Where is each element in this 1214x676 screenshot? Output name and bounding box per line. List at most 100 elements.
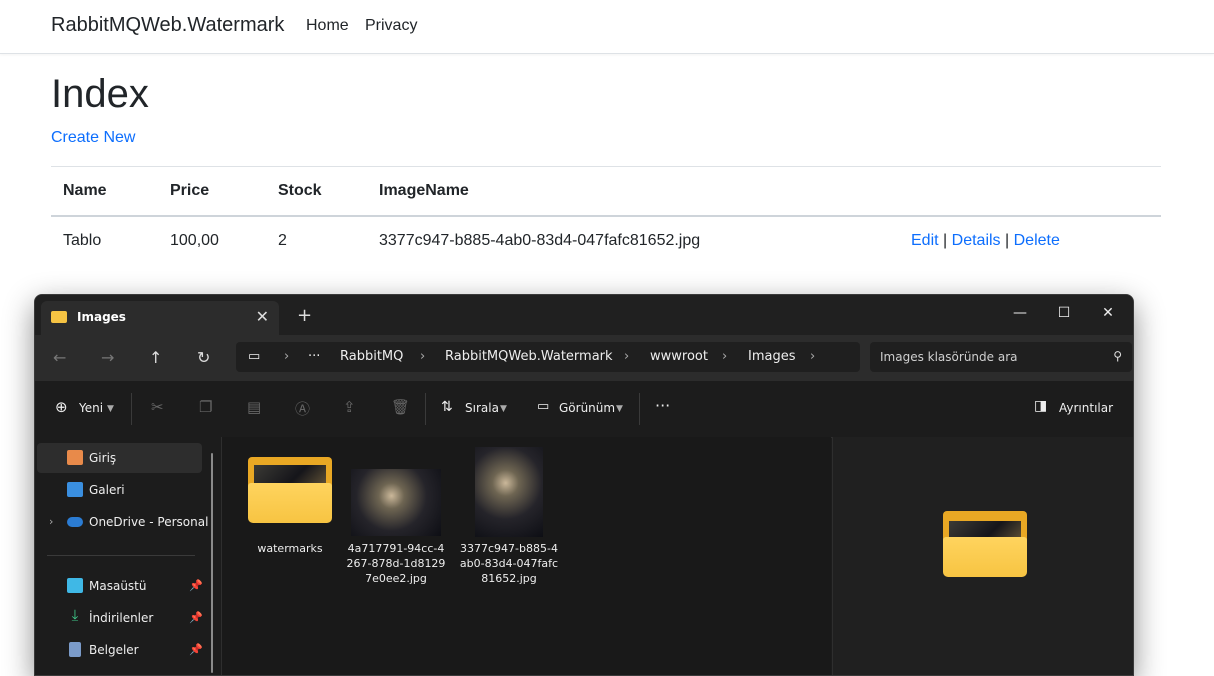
toolbar-divider (639, 393, 640, 425)
image-thumbnail (351, 469, 441, 536)
tab-images[interactable]: Images ✕ (41, 301, 279, 335)
chevron-right-icon: › (420, 349, 426, 364)
maximize-icon[interactable]: ☐ (1041, 299, 1087, 327)
rename-icon[interactable]: Ⓐ (295, 398, 310, 419)
gallery-icon (67, 482, 83, 497)
breadcrumb-item[interactable]: Images (748, 349, 796, 364)
delete-link[interactable]: Delete (1014, 232, 1060, 249)
chevron-right-icon[interactable]: › (49, 515, 53, 528)
sidebar-item-onedrive[interactable]: › OneDrive - Personal (37, 507, 208, 537)
page-title: Index (51, 72, 149, 116)
sidebar-item-label: İndirilenler (89, 611, 154, 625)
more-options-icon[interactable]: ··· (655, 396, 670, 415)
cell-price: 100,00 (170, 232, 219, 249)
sidebar-scrollbar[interactable] (211, 453, 213, 673)
column-header-stock: Stock (278, 182, 322, 199)
action-separator: | (1005, 232, 1010, 249)
chevron-right-icon: › (722, 349, 728, 364)
pin-icon[interactable]: 📌 (189, 579, 203, 592)
downloads-icon: ⤓ (71, 606, 79, 624)
column-header-name: Name (63, 182, 107, 199)
nav-home-link[interactable]: Home (306, 17, 349, 35)
sidebar-item-downloads[interactable]: ⤓ İndirilenler 📌 (37, 603, 203, 633)
file-name-line: 3377c947-b885-4 (460, 542, 558, 555)
file-explorer-window: Images ✕ + — ☐ ✕ ← → ↑ ↻ ▭ › ··· RabbitM… (34, 294, 1134, 676)
view-button[interactable]: Görünüm (559, 401, 615, 415)
paste-icon[interactable]: ▤ (247, 398, 261, 416)
tab-title: Images (77, 310, 126, 324)
image-thumbnail (475, 447, 543, 537)
cut-icon[interactable]: ✂ (151, 398, 164, 416)
nav-privacy-link[interactable]: Privacy (365, 17, 417, 35)
file-name-line: ab0-83d4-047fafc (459, 557, 559, 570)
breadcrumb-item[interactable]: RabbitMQWeb.Watermark (445, 349, 613, 364)
view-icon: ▭ (537, 399, 550, 414)
new-tab-icon[interactable]: + (297, 305, 312, 326)
onedrive-icon (67, 517, 83, 527)
chevron-down-icon: ▼ (500, 404, 507, 414)
sidebar-item-desktop[interactable]: Masaüstü 📌 (37, 571, 203, 601)
chevron-right-icon: › (284, 349, 290, 364)
breadcrumb[interactable]: ▭ › ··· RabbitMQ › RabbitMQWeb.Watermark… (236, 342, 860, 372)
chevron-right-icon: › (624, 349, 630, 364)
action-separator: | (943, 232, 948, 249)
refresh-icon[interactable]: ↻ (197, 348, 210, 367)
minimize-icon[interactable]: — (997, 299, 1043, 327)
breadcrumb-more[interactable]: ··· (308, 349, 320, 364)
home-icon (67, 450, 83, 465)
cell-imagename: 3377c947-b885-4ab0-83d4-047fafc81652.jpg (379, 232, 701, 249)
sidebar-item-label: Giriş (89, 451, 117, 465)
create-new-link[interactable]: Create New (51, 129, 135, 147)
edit-link[interactable]: Edit (911, 232, 939, 249)
table-header-divider (51, 215, 1161, 217)
close-window-icon[interactable]: ✕ (1085, 299, 1131, 327)
pin-icon[interactable]: 📌 (189, 643, 203, 656)
brand-link[interactable]: RabbitMQWeb.Watermark (51, 14, 284, 37)
new-button[interactable]: Yeni (79, 401, 103, 415)
details-pane (832, 437, 1133, 675)
sidebar-item-label: Masaüstü (89, 579, 147, 593)
search-placeholder: Images klasöründe ara (880, 350, 1018, 364)
details-link[interactable]: Details (952, 232, 1001, 249)
share-icon[interactable]: ⇪ (343, 398, 356, 416)
sidebar-item-label: OneDrive - Personal (89, 515, 209, 529)
folder-icon (51, 311, 67, 323)
sidebar-item-label: Belgeler (89, 643, 139, 657)
details-button[interactable]: Ayrıntılar (1059, 401, 1113, 415)
command-bar: ⊕ Yeni ▼ ✂ ❐ ▤ Ⓐ ⇪ 🗑 ⇅ Sırala ▼ ▭ Görünü… (35, 381, 1133, 438)
file-name-line: 267-878d-1d8129 (346, 557, 446, 570)
close-tab-icon[interactable]: ✕ (256, 307, 269, 326)
sidebar-item-label: Galeri (89, 483, 125, 497)
sidebar-item-home[interactable]: Giriş (37, 443, 202, 473)
column-header-imagename: ImageName (379, 182, 469, 199)
sidebar-item-documents[interactable]: Belgeler 📌 (37, 635, 203, 665)
chevron-down-icon: ▼ (107, 404, 114, 414)
forward-arrow-icon[interactable]: → (101, 348, 114, 367)
breadcrumb-item[interactable]: RabbitMQ (340, 349, 403, 364)
pin-icon[interactable]: 📌 (189, 611, 203, 624)
file-name-line: 81652.jpg (481, 572, 537, 585)
breadcrumb-item[interactable]: wwwroot (650, 349, 708, 364)
file-name-line: 7e0ee2.jpg (365, 572, 427, 585)
cell-name: Tablo (63, 232, 102, 249)
computer-icon[interactable]: ▭ (248, 349, 260, 364)
delete-icon[interactable]: 🗑 (391, 398, 410, 416)
toolbar-divider (425, 393, 426, 425)
sidebar-divider (47, 555, 195, 556)
column-header-price: Price (170, 182, 210, 199)
top-navbar: RabbitMQWeb.Watermark Home Privacy (0, 0, 1214, 54)
up-arrow-icon[interactable]: ↑ (149, 348, 162, 367)
sidebar-item-gallery[interactable]: Galeri (37, 475, 202, 505)
desktop-icon (67, 578, 83, 593)
copy-icon[interactable]: ❐ (199, 398, 212, 416)
chevron-down-icon: ▼ (616, 404, 623, 414)
title-bar: Images ✕ + — ☐ ✕ (35, 295, 1133, 335)
file-name: watermarks (257, 542, 323, 555)
documents-icon (69, 642, 81, 657)
toolbar-divider (131, 393, 132, 425)
search-box[interactable]: Images klasöründe ara ⚲ (870, 342, 1132, 372)
back-arrow-icon[interactable]: ← (53, 348, 66, 367)
cell-stock: 2 (278, 232, 287, 249)
sort-button[interactable]: Sırala (465, 401, 499, 415)
details-pane-icon: ◨ (1034, 398, 1048, 414)
